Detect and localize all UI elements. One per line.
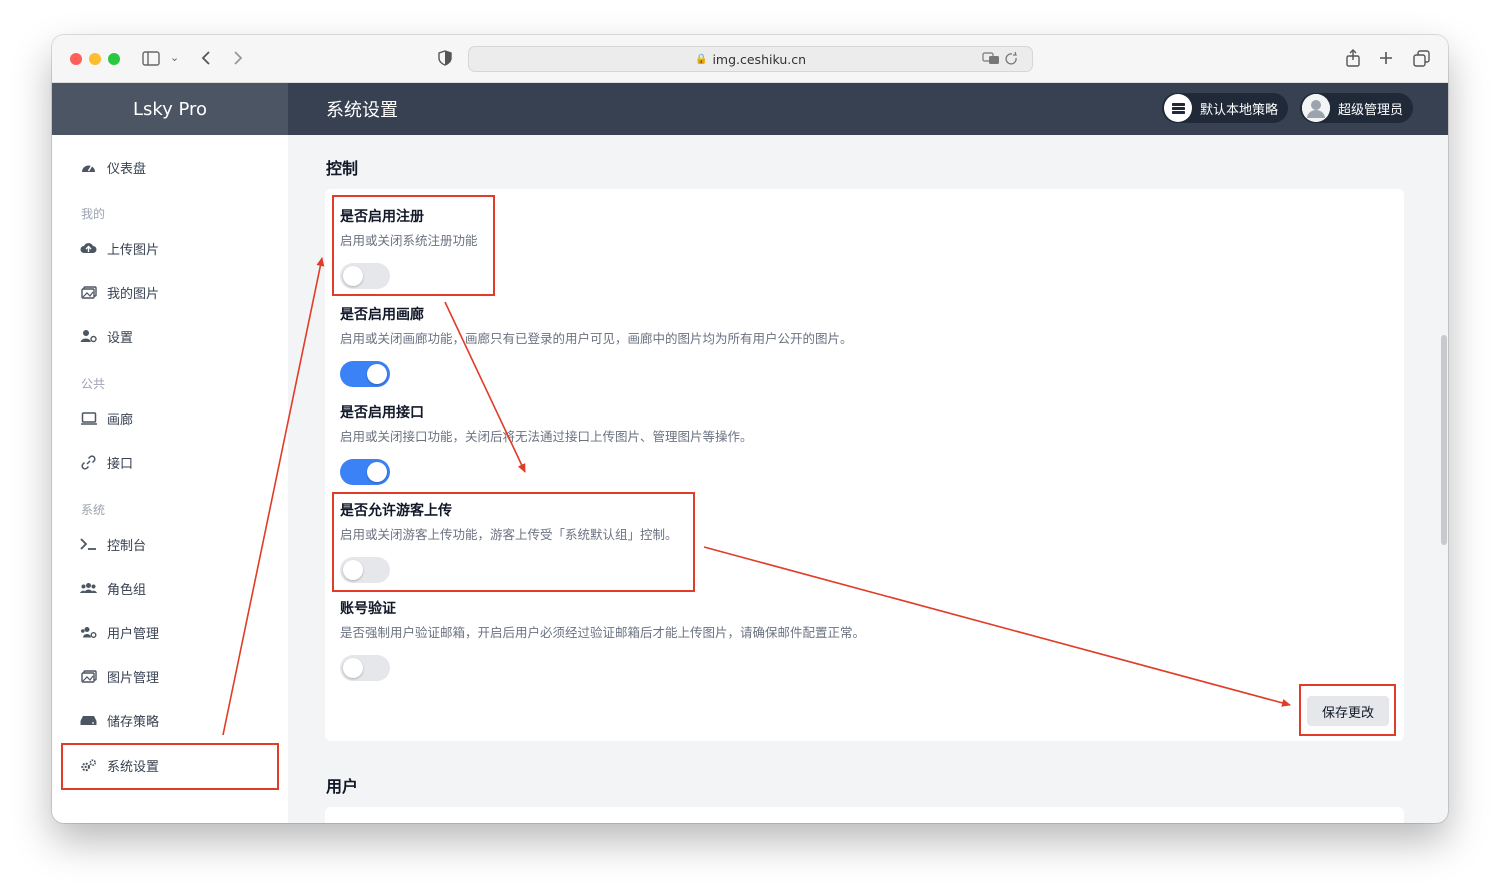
app-root: Lsky Pro 仪表盘 我的 上传图片 我的图片 设置 公共 画廊 接口 系统… [52,83,1448,823]
main-content: 控制 是否启用注册 启用或关闭系统注册功能 是否启用画廊 启用或关闭画廊功能，画… [288,135,1448,823]
cogs-icon [80,757,97,774]
hard-drive-icon [80,712,97,729]
storage-strategy-button[interactable]: 默认本地策略 [1162,93,1289,123]
scrollbar-thumb[interactable] [1441,335,1447,545]
users-cog-icon [80,624,97,641]
brand-logo[interactable]: Lsky Pro [52,83,288,135]
sidebar-item-label: 设置 [107,330,134,346]
share-icon[interactable] [1345,47,1361,69]
option-title: 是否允许游客上传 [340,503,452,519]
user-cog-icon [80,328,97,345]
sidebar-item-storage[interactable]: 储存策略 [80,709,159,731]
users-settings-card [325,807,1404,823]
lock-icon: 🔒 [694,53,708,65]
user-name-label: 超级管理员 [1338,102,1404,118]
option-guest-upload: 是否允许游客上传 启用或关闭游客上传功能，游客上传受「系统默认组」控制。 [340,500,678,583]
gallery-toggle[interactable] [340,361,390,387]
users-section-title: 用户 [326,777,359,796]
sidebar-item-label: 上传图片 [107,242,160,258]
privacy-shield-icon[interactable] [438,47,452,69]
address-bar[interactable]: 🔒 img.ceshiku.cn [468,46,1033,72]
option-title: 是否启用注册 [340,209,424,225]
sidebar: Lsky Pro 仪表盘 我的 上传图片 我的图片 设置 公共 画廊 接口 系统… [52,83,288,823]
sidebar-item-dashboard[interactable]: 仪表盘 [80,156,146,178]
images-icon [80,668,97,685]
page-title: 系统设置 [326,100,398,121]
forward-icon[interactable] [232,47,244,69]
storage-strategy-label: 默认本地策略 [1200,102,1279,118]
option-enable-registration: 是否启用注册 启用或关闭系统注册功能 [340,206,478,289]
users-icon [80,580,97,597]
guest-upload-toggle[interactable] [340,557,390,583]
sidebar-item-images[interactable]: 图片管理 [80,665,159,687]
sidebar-item-users[interactable]: 用户管理 [80,621,159,643]
back-icon[interactable] [200,47,212,69]
control-section-title: 控制 [326,159,359,178]
sidebar-item-label: 角色组 [107,582,147,598]
new-tab-icon[interactable] [1379,47,1393,69]
option-description: 启用或关闭接口功能，关闭后将无法通过接口上传图片、管理图片等操作。 [340,429,753,444]
registration-toggle[interactable] [340,263,390,289]
maximize-window-button[interactable] [108,53,120,65]
sidebar-item-label: 仪表盘 [107,161,147,177]
save-changes-button[interactable]: 保存更改 [1307,696,1389,726]
sidebar-item-label: 图片管理 [107,670,160,686]
sidebar-item-label: 我的图片 [107,286,160,302]
sidebar-item-api[interactable]: 接口 [80,451,133,473]
sidebar-group-public: 公共 [81,377,106,391]
option-description: 启用或关闭画廊功能，画廊只有已登录的用户可见，画廊中的图片均为所有用户公开的图片… [340,331,853,346]
option-description: 是否强制用户验证邮箱，开启后用户必须经过验证邮箱后才能上传图片，请确保邮件配置正… [340,625,866,640]
gauge-icon [80,159,97,176]
cloud-upload-icon [80,240,97,257]
option-account-verification: 账号验证 是否强制用户验证邮箱，开启后用户必须经过验证邮箱后才能上传图片，请确保… [340,598,866,681]
option-title: 账号验证 [340,601,396,617]
option-enable-api: 是否启用接口 启用或关闭接口功能，关闭后将无法通过接口上传图片、管理图片等操作。 [340,402,753,485]
chevron-down-icon[interactable]: ⌄ [170,47,179,69]
sidebar-item-label: 控制台 [107,538,147,554]
toggle-knob [367,364,387,384]
sidebar-item-system-settings[interactable]: 系统设置 [80,754,159,776]
sidebar-item-label: 接口 [107,456,134,472]
sidebar-item-label: 画廊 [107,412,134,428]
toggle-knob [343,560,363,580]
avatar [1302,94,1330,122]
sidebar-item-upload[interactable]: 上传图片 [80,237,159,259]
server-icon [1164,94,1192,122]
images-icon [80,284,97,301]
tab-overview-icon[interactable] [1413,47,1430,69]
browser-toolbar: ⌄ 🔒 img.ceshiku.cn [52,35,1448,83]
url-text: img.ceshiku.cn [712,51,807,67]
sidebar-item-settings[interactable]: 设置 [80,325,133,347]
sidebar-toggle-icon[interactable] [142,47,160,69]
translate-reload-icon[interactable] [982,50,1022,69]
option-title: 是否启用画廊 [340,307,424,323]
monitor-icon [80,410,97,427]
user-menu-button[interactable]: 超级管理员 [1300,93,1414,123]
sidebar-item-my-images[interactable]: 我的图片 [80,281,159,303]
option-title: 是否启用接口 [340,405,424,421]
account-verification-toggle[interactable] [340,655,390,681]
control-settings-card: 是否启用注册 启用或关闭系统注册功能 是否启用画廊 启用或关闭画廊功能，画廊只有… [325,189,1404,741]
sidebar-item-console[interactable]: 控制台 [80,533,146,555]
toggle-knob [343,658,363,678]
option-enable-gallery: 是否启用画廊 启用或关闭画廊功能，画廊只有已登录的用户可见，画廊中的图片均为所有… [340,304,853,387]
sidebar-item-label: 系统设置 [107,759,160,775]
sidebar-item-roles[interactable]: 角色组 [80,577,146,599]
api-toggle[interactable] [340,459,390,485]
link-icon [80,454,97,471]
minimize-window-button[interactable] [89,53,101,65]
terminal-icon [80,536,97,553]
sidebar-item-label: 用户管理 [107,626,160,642]
option-description: 启用或关闭游客上传功能，游客上传受「系统默认组」控制。 [340,527,678,542]
top-bar: 系统设置 默认本地策略 超级管理员 [288,83,1448,135]
browser-window: ⌄ 🔒 img.ceshiku.cn Lsky Pro 仪表盘 我的 上传图片 … [52,35,1448,823]
toggle-knob [367,462,387,482]
toggle-knob [343,266,363,286]
sidebar-group-mine: 我的 [81,207,106,221]
option-description: 启用或关闭系统注册功能 [340,233,478,248]
sidebar-item-gallery[interactable]: 画廊 [80,407,133,429]
close-window-button[interactable] [70,53,82,65]
sidebar-item-label: 储存策略 [107,714,160,730]
sidebar-group-system: 系统 [81,503,106,517]
